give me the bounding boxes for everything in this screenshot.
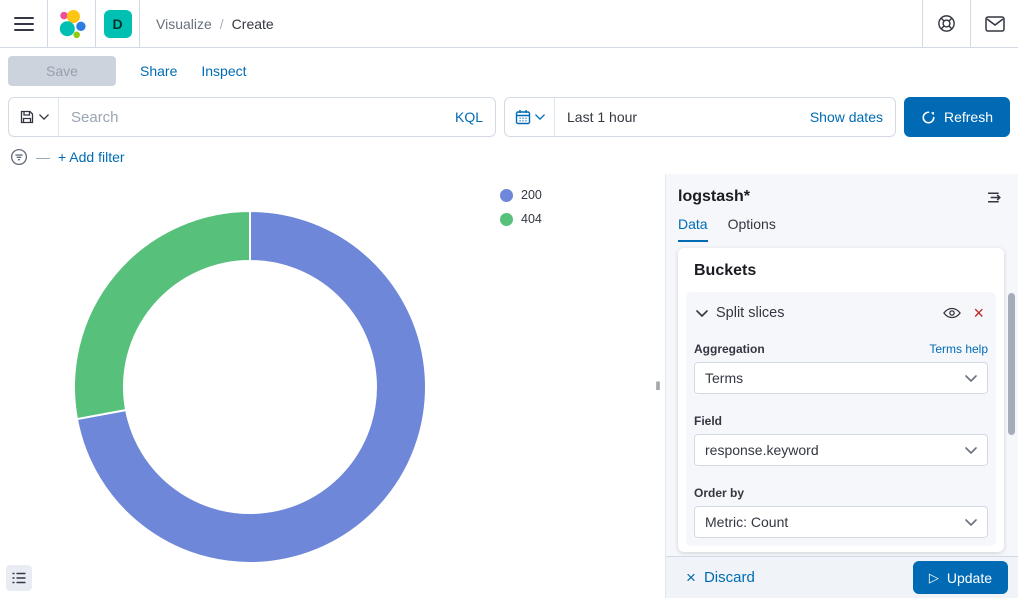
legend-label: 404	[521, 212, 542, 226]
close-icon: ×	[973, 304, 984, 322]
aggregation-select[interactable]: Terms	[694, 362, 988, 394]
save-button[interactable]: Save	[8, 56, 116, 86]
quick-select-menu-button[interactable]	[505, 98, 555, 136]
calendar-icon	[515, 109, 531, 125]
panel-scrollbar-thumb[interactable]	[1008, 293, 1015, 435]
menu-button[interactable]	[0, 0, 48, 47]
time-range-value[interactable]: Last 1 hour	[555, 109, 810, 125]
help-icon	[937, 14, 956, 33]
refresh-icon	[921, 110, 936, 125]
legend-dot-404	[500, 213, 513, 226]
search-input[interactable]	[59, 98, 443, 136]
chevron-down-icon	[696, 310, 708, 317]
buckets-card: Buckets Split slices	[678, 248, 1004, 552]
legend-label: 200	[521, 188, 542, 202]
index-pattern-title: logstash*	[678, 188, 750, 206]
resizer-grip-icon: ‖	[656, 379, 661, 393]
field-select[interactable]: response.keyword	[694, 434, 988, 466]
remove-bucket-button[interactable]: ×	[971, 304, 986, 322]
add-filter-button[interactable]: + Add filter	[58, 149, 125, 165]
aggregation-value: Terms	[705, 370, 965, 386]
field-label: Field	[694, 414, 722, 428]
query-language-button[interactable]: KQL	[443, 109, 495, 125]
saved-queries-menu-button[interactable]	[9, 98, 59, 136]
legend-item-404[interactable]: 404	[500, 212, 542, 226]
space-switcher: D	[96, 0, 140, 47]
filter-dash: —	[36, 149, 50, 165]
update-button[interactable]: ▷ Update	[913, 561, 1008, 594]
panel-resizer-handle[interactable]: ‖	[651, 174, 665, 598]
chart-legend: 200 404	[500, 188, 542, 226]
show-dates-button[interactable]: Show dates	[810, 109, 895, 125]
breadcrumb-create: Create	[232, 16, 274, 32]
order-by-select[interactable]: Metric: Count	[694, 506, 988, 538]
split-slices-panel: Split slices ×	[686, 292, 996, 546]
buckets-title: Buckets	[694, 262, 996, 280]
main-content: 200 404 ‖ logstash*	[0, 174, 1018, 598]
visualization-editor-panel: logstash* Data Options Buckets	[665, 174, 1018, 598]
tab-options[interactable]: Options	[728, 216, 776, 242]
chevron-down-icon	[965, 519, 977, 526]
list-icon	[12, 572, 26, 584]
field-label-row: Field	[694, 414, 988, 428]
toggle-visibility-button[interactable]	[941, 307, 963, 319]
donut-chart	[70, 207, 430, 567]
field-value: response.keyword	[705, 442, 965, 458]
filter-icon[interactable]	[10, 148, 28, 166]
elastic-logo[interactable]	[48, 0, 96, 47]
breadcrumb: Visualize / Create	[140, 0, 274, 47]
hamburger-icon	[14, 16, 34, 32]
menu-right-icon	[987, 191, 1004, 204]
order-by-label-row: Order by	[694, 486, 988, 500]
visualization-chart-area: 200 404	[0, 174, 651, 598]
search-control: KQL	[8, 97, 496, 137]
refresh-label: Refresh	[944, 109, 993, 125]
tab-data[interactable]: Data	[678, 216, 708, 242]
order-by-value: Metric: Count	[705, 514, 965, 530]
inspect-link[interactable]: Inspect	[201, 63, 246, 79]
eye-icon	[943, 307, 961, 319]
legend-item-200[interactable]: 200	[500, 188, 542, 202]
legend-dot-200	[500, 189, 513, 202]
editor-footer: × Discard ▷ Update	[666, 556, 1018, 598]
split-slices-accordion[interactable]: Split slices ×	[694, 300, 988, 330]
chevron-down-icon	[535, 114, 545, 120]
discard-button[interactable]: × Discard	[686, 569, 755, 586]
breadcrumb-visualize[interactable]: Visualize	[156, 16, 212, 32]
query-bar: KQL Last 1 hour Show dates Refresh	[0, 94, 1018, 140]
mail-icon	[985, 16, 1005, 32]
filter-bar: — + Add filter	[0, 140, 1018, 174]
chevron-down-icon	[965, 375, 977, 382]
refresh-button[interactable]: Refresh	[904, 97, 1010, 137]
editor-tabs: Data Options	[666, 206, 1018, 242]
editor-panel-header: logstash*	[666, 174, 1018, 206]
newsfeed-button[interactable]	[970, 0, 1018, 47]
chevron-down-icon	[965, 447, 977, 454]
breadcrumb-separator: /	[220, 16, 224, 32]
legend-toggle-button[interactable]	[6, 565, 32, 591]
split-slices-label: Split slices	[716, 305, 933, 321]
terms-help-link[interactable]: Terms help	[929, 342, 988, 356]
close-icon: ×	[686, 569, 696, 586]
pie-slice-404[interactable]	[74, 211, 250, 419]
editor-panel-body: Buckets Split slices	[666, 242, 1018, 556]
header-spacer	[274, 0, 922, 47]
date-picker-control: Last 1 hour Show dates	[504, 97, 896, 137]
play-icon: ▷	[929, 571, 939, 584]
chevron-down-icon	[39, 114, 49, 120]
elastic-logo-icon	[57, 9, 87, 39]
visualize-toolbar: Save Share Inspect	[0, 48, 1018, 94]
top-navbar: D Visualize / Create	[0, 0, 1018, 48]
discard-label: Discard	[704, 569, 755, 586]
space-badge[interactable]: D	[104, 10, 132, 38]
aggregation-label: Aggregation	[694, 342, 765, 356]
aggregation-label-row: Aggregation Terms help	[694, 342, 988, 356]
order-by-label: Order by	[694, 486, 744, 500]
update-label: Update	[947, 570, 992, 586]
help-button[interactable]	[922, 0, 970, 47]
collapse-panel-button[interactable]	[987, 191, 1004, 204]
save-query-icon	[19, 109, 35, 125]
kibana-visualize-app: D Visualize / Create Save Share Inspect	[0, 0, 1018, 598]
share-link[interactable]: Share	[140, 63, 177, 79]
